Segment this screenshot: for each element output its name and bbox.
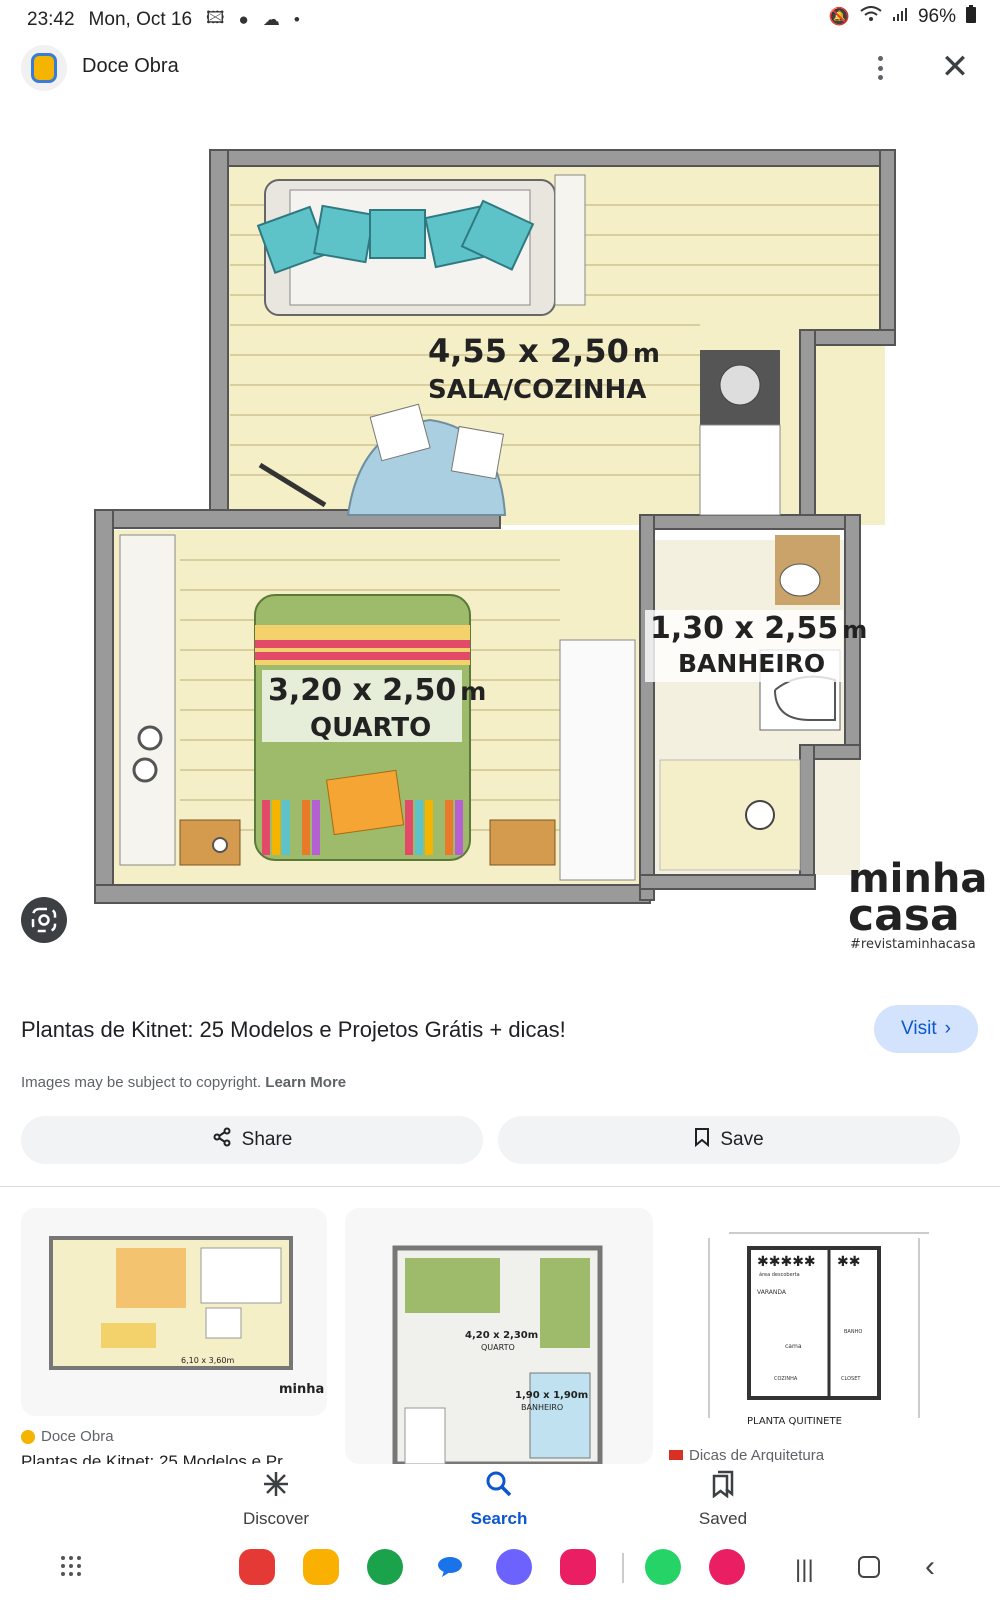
learn-more-link[interactable]: Learn More	[265, 1074, 346, 1091]
share-icon	[212, 1127, 232, 1153]
svg-text:✱✱✱✱✱: ✱✱✱✱✱	[757, 1254, 816, 1270]
svg-text:3,20 x 2,50m: 3,20 x 2,50 m	[268, 673, 486, 708]
svg-text:1,30 x 2,55m: 1,30 x 2,55 m	[650, 611, 867, 646]
home-icon[interactable]	[858, 1556, 880, 1578]
status-time: 23:42	[27, 8, 75, 30]
bedroom-dims: 3,20 x 2,50	[268, 673, 456, 708]
related-source-1: Doce Obra	[21, 1428, 114, 1445]
copyright-text: Images may be subject to copyright.	[21, 1074, 262, 1091]
result-title[interactable]: Plantas de Kitnet: 25 Modelos e Projetos…	[21, 1017, 566, 1043]
more-vert-icon[interactable]	[872, 52, 888, 84]
site-favicon	[21, 45, 67, 91]
messages-app-icon[interactable]	[432, 1549, 468, 1585]
bathroom-dims: 1,30 x 2,55	[650, 611, 838, 646]
lens-icon[interactable]	[21, 897, 67, 943]
svg-text:✱✱: ✱✱	[837, 1254, 860, 1270]
related-source-3-label: Dicas de Arquitetura	[689, 1448, 825, 1462]
living-name: SALA/COZINHA	[428, 375, 646, 405]
brand-line2: casa	[848, 890, 960, 941]
related-title-1[interactable]: Plantas de Kitnet: 25 Modelos e Pr	[21, 1452, 327, 1464]
thumb2-room2-name: BANHEIRO	[521, 1403, 563, 1412]
thumb3-closet: CLOSET	[841, 1376, 861, 1382]
thumb3-cozinha: COZINHA	[774, 1376, 798, 1382]
flipboard-app-icon[interactable]	[239, 1549, 275, 1585]
orbit-app-icon[interactable]	[496, 1549, 532, 1585]
search-icon	[485, 1470, 513, 1503]
recents-icon[interactable]: |||	[795, 1556, 814, 1584]
signal-icon	[892, 6, 908, 28]
chevron-right-icon: ›	[944, 1018, 951, 1039]
floorplan-image[interactable]: 4,55 x 2,50 m SALA/COZINHA 3,20 x 2,50 m Q…	[0, 108, 1000, 966]
status-date: Mon, Oct 16	[88, 8, 193, 30]
files-app-icon[interactable]	[303, 1549, 339, 1585]
thumb3-area: área descoberta	[759, 1271, 800, 1278]
save-label: Save	[720, 1129, 764, 1150]
nav-saved[interactable]: Saved	[663, 1470, 783, 1529]
share-button[interactable]: Share	[21, 1116, 483, 1164]
cloud-icon: ☁	[262, 9, 280, 29]
svg-text:4,55 x 2,50m: 4,55 x 2,50 m	[428, 332, 660, 370]
site-name: Doce Obra	[82, 55, 179, 77]
close-icon[interactable]: ✕	[938, 50, 972, 84]
copyright-notice: Images may be subject to copyright. Lear…	[21, 1074, 346, 1091]
bulb-icon: ●	[238, 9, 249, 29]
visit-label: Visit	[901, 1018, 937, 1039]
thumb1-brand: minha casa	[279, 1382, 327, 1397]
thumb2-room1: 4,20 x 2,30m	[465, 1330, 538, 1341]
battery-text: 96%	[917, 6, 956, 27]
back-icon[interactable]: ‹	[925, 1550, 935, 1584]
whatsapp-app-icon[interactable]	[645, 1549, 681, 1585]
nav-search[interactable]: Search	[439, 1470, 559, 1529]
related-card-2[interactable]: 4,20 x 2,30m QUARTO 1,90 x 1,90m BANHEIR…	[345, 1208, 653, 1464]
c-app-icon[interactable]	[367, 1549, 403, 1585]
asterisk-icon	[262, 1470, 290, 1503]
battery-icon	[966, 5, 976, 29]
status-bar: 23:42 Mon, Oct 16 🖾 ● ☁ • 🔕 96%	[0, 0, 1000, 34]
thumb3-caption: PLANTA QUITINETE	[747, 1416, 842, 1427]
dock-separator	[622, 1553, 624, 1583]
site-favicon-small	[669, 1450, 683, 1460]
thumb2-room1-name: QUARTO	[481, 1343, 515, 1352]
related-source-3: Dicas de Arquitetura	[669, 1448, 824, 1462]
thumb3-cama: cama	[785, 1343, 802, 1350]
nav-discover[interactable]: Discover	[216, 1470, 336, 1529]
visit-button[interactable]: Visit ›	[874, 1005, 978, 1053]
dot-icon: •	[293, 9, 300, 29]
related-card-1[interactable]: 6,10 x 3,60m minha casa	[21, 1208, 327, 1416]
bedroom-unit: m	[460, 677, 486, 706]
nav-saved-label: Saved	[698, 1509, 748, 1528]
bathroom-name: BANHEIRO	[678, 649, 825, 678]
bookmark-icon	[694, 1127, 710, 1153]
related-source-1-label: Doce Obra	[41, 1428, 114, 1445]
camera-app-icon[interactable]	[560, 1549, 596, 1585]
wifi-icon	[860, 6, 882, 28]
nav-search-label: Search	[470, 1509, 528, 1528]
living-unit: m	[633, 339, 660, 369]
gallery-icon: 🖾	[206, 8, 225, 27]
bedroom-name: QUARTO	[310, 713, 431, 743]
site-favicon-small	[21, 1429, 35, 1444]
flower-app-icon[interactable]	[709, 1549, 745, 1585]
bathroom-unit: m	[842, 616, 867, 644]
app-drawer-icon[interactable]	[60, 1555, 82, 1582]
bookmarks-icon	[709, 1470, 737, 1503]
thumb2-room2: 1,90 x 1,90m	[515, 1390, 588, 1401]
nav-discover-label: Discover	[242, 1509, 310, 1528]
mute-icon: 🔕	[828, 7, 850, 26]
thumb1-dims: 6,10 x 3,60m	[181, 1356, 234, 1365]
thumb3-banho: BANHO	[844, 1329, 862, 1335]
save-button[interactable]: Save	[498, 1116, 960, 1164]
brand-tag: #revistaminhacasa	[850, 937, 976, 952]
divider	[0, 1186, 1000, 1187]
related-card-3[interactable]: ✱✱✱✱✱ ✱✱ área descoberta VARANDA cama BA…	[669, 1208, 979, 1430]
share-label: Share	[241, 1129, 293, 1150]
thumb3-varanda: VARANDA	[757, 1289, 787, 1296]
living-dims: 4,55 x 2,50	[428, 332, 629, 370]
